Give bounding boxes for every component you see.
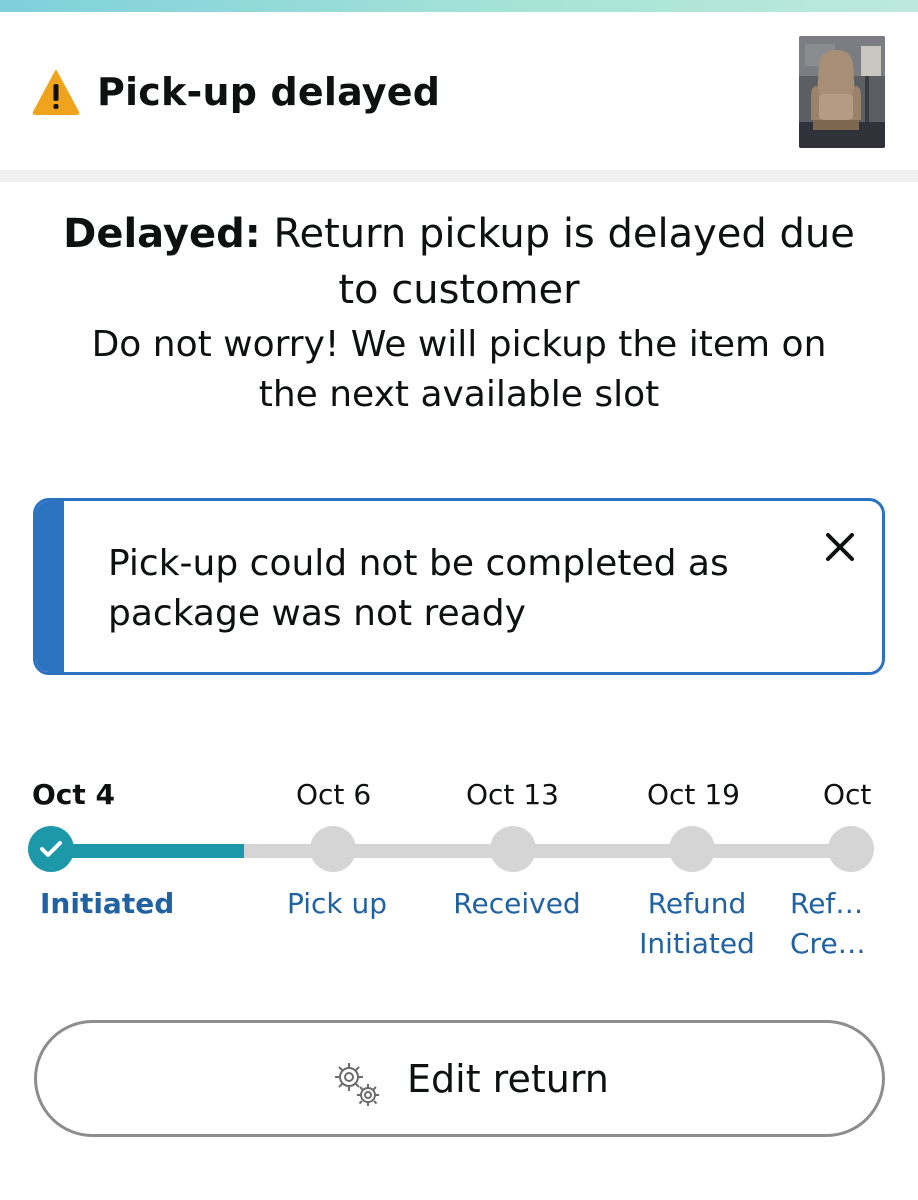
product-thumbnail[interactable] [799, 36, 885, 148]
edit-return-button[interactable]: Edit return [34, 1020, 885, 1137]
status-subtext: Do not worry! We will pickup the item on… [91, 324, 827, 415]
alert-message: Pick-up could not be completed as packag… [108, 543, 729, 634]
step-date: Oct 4 [32, 778, 116, 811]
status-label: Delayed: [63, 211, 261, 257]
step-label[interactable]: Initiated [40, 884, 174, 924]
close-icon[interactable] [820, 527, 860, 567]
step-date: Oct 19 [647, 778, 740, 811]
alert-accent-bar [36, 501, 64, 672]
warning-triangle-icon [32, 70, 80, 115]
status-headline: Delayed: Return pickup is delayed due to… [60, 206, 858, 318]
step-complete-icon [28, 826, 74, 872]
status-message: Delayed: Return pickup is delayed due to… [60, 206, 858, 420]
info-alert: Pick-up could not be completed as packag… [33, 498, 885, 675]
step-pending-dot [310, 826, 356, 872]
step-date: Oct [823, 778, 872, 811]
step-pending-dot [669, 826, 715, 872]
step-label[interactable]: Received [447, 884, 587, 924]
status-text: Return pickup is delayed due to customer [260, 211, 855, 313]
gears-icon [335, 1063, 379, 1106]
step-pending-dot [490, 826, 536, 872]
step-label[interactable]: Pick up [270, 884, 404, 924]
step-pending-dot [828, 826, 874, 872]
edit-return-label: Edit return [407, 1057, 609, 1101]
page-title: Pick-up delayed [97, 70, 441, 114]
section-divider [0, 170, 918, 182]
step-label[interactable]: Refund Initiated [632, 884, 762, 964]
step-date: Oct 6 [296, 778, 372, 811]
step-label[interactable]: Ref… Cre… [790, 884, 880, 964]
step-date: Oct 13 [466, 778, 559, 811]
top-accent-strip [0, 0, 918, 12]
